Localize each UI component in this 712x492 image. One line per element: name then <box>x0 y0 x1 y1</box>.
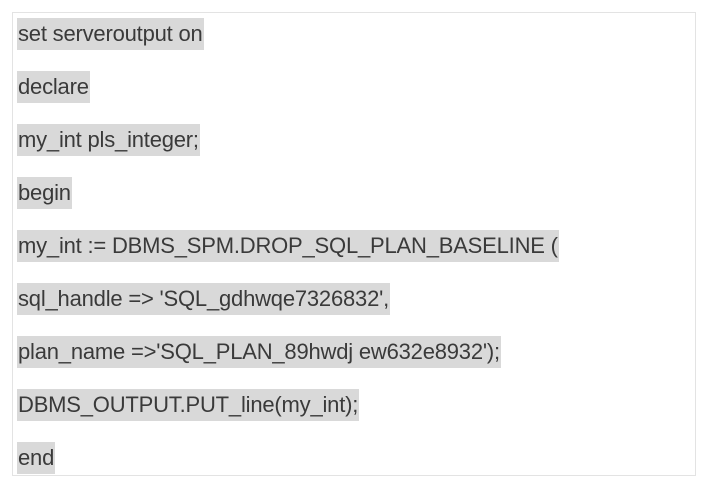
code-line-8: DBMS_OUTPUT.PUT_line(my_int); <box>17 389 360 421</box>
code-line-5: my_int := DBMS_SPM.DROP_SQL_PLAN_BASELIN… <box>17 230 559 262</box>
code-line-4: begin <box>17 177 72 209</box>
code-line-9: end <box>17 442 56 474</box>
code-line-7: plan_name =>'SQL_PLAN_89hwdj ew632e8932'… <box>17 336 501 368</box>
code-line-1: set serveroutput on <box>17 18 204 50</box>
code-snippet-box: set serveroutput on declare my_int pls_i… <box>12 12 696 476</box>
code-line-3: my_int pls_integer; <box>17 124 200 156</box>
code-line-6: sql_handle => 'SQL_gdhwqe7326832', <box>17 283 391 315</box>
code-line-2: declare <box>17 71 90 103</box>
